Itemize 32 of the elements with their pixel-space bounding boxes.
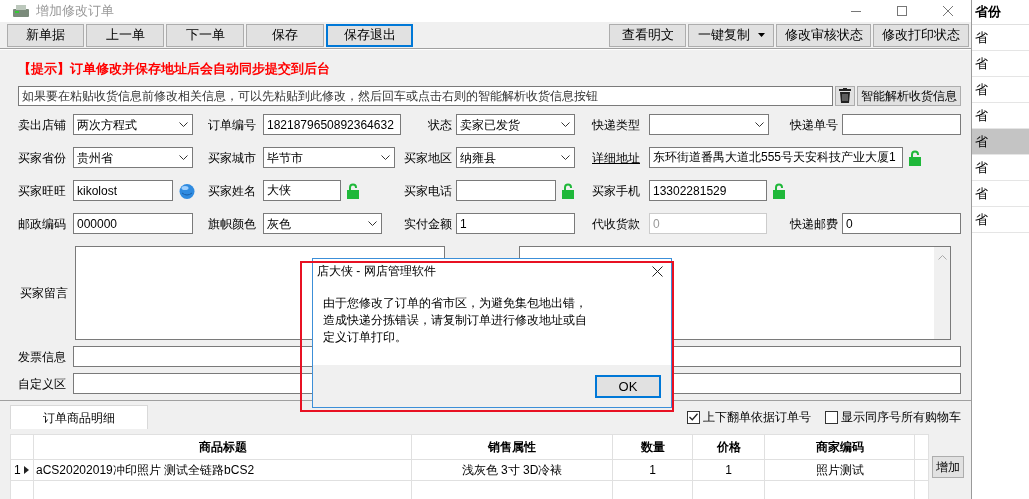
field-label: 发票信息 xyxy=(18,348,67,366)
column-header: 省份 xyxy=(972,0,1029,25)
field-label: 订单编号 xyxy=(208,116,257,134)
field-label: 自定义区 xyxy=(18,375,67,393)
dialog-title: 店大侠 - 网店管理软件 xyxy=(317,263,436,280)
table-cell: 1 xyxy=(612,459,693,481)
field-label: 买家旺旺 xyxy=(18,182,67,200)
window-title: 增加修改订单 xyxy=(36,2,114,21)
field-label: 快递类型 xyxy=(592,116,641,134)
row-number: 1 xyxy=(14,462,21,479)
field-label: 快递邮费 xyxy=(789,215,839,233)
field-label: 实付金额 xyxy=(403,215,453,233)
field-label: 买家省份 xyxy=(18,149,67,167)
field-label: 买家姓名 xyxy=(208,182,257,200)
field-label: 买家地区 xyxy=(403,149,453,167)
field-label: 买家城市 xyxy=(208,149,257,167)
field-label: 买家留言 xyxy=(19,285,69,302)
field-label: 代收货款 xyxy=(592,215,641,233)
field-label: 邮政编码 xyxy=(18,215,67,233)
table-cell: aCS20202019冲印照片 测试全链路bCS2 xyxy=(33,459,412,481)
dialog-message: 由于您修改了订单的省市区，为避免集包地出错，造成快递分拣错误，请复制订单进行修改地址或自定义订单打印。 xyxy=(322,295,588,346)
field-label: 买家手机 xyxy=(592,182,641,200)
field-label: 卖出店铺 xyxy=(18,116,67,134)
field-label: 买家电话 xyxy=(403,182,453,200)
table-cell: 照片测试 xyxy=(764,459,915,481)
table-cell: 浅灰色 3寸 3D冷裱 xyxy=(411,459,613,481)
notice-text: 【提示】订单修改并保存地址后会自动同步提交到后台 xyxy=(18,60,331,77)
field-label: 旗帜颜色 xyxy=(208,215,257,233)
field-label: 快递单号 xyxy=(789,116,839,134)
field-label: 状态 xyxy=(427,116,453,134)
text-field: 0 xyxy=(649,213,767,234)
table-cell: 1 xyxy=(692,459,765,481)
